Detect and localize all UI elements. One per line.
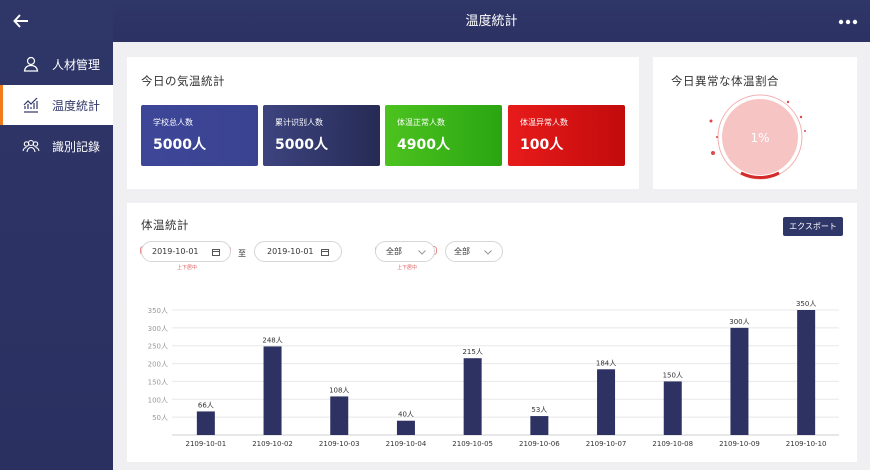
bar	[396, 420, 415, 435]
user-icon	[23, 56, 39, 72]
more-button[interactable]	[838, 14, 858, 26]
arrow-left-icon	[13, 14, 28, 28]
x-tick-label: 2109-10-07	[586, 440, 627, 448]
x-tick-label: 2109-10-02	[252, 440, 293, 448]
y-tick-label: 350人	[148, 307, 168, 315]
x-tick-label: 2109-10-05	[452, 440, 493, 448]
sidebar-item-records[interactable]: 識別記錄	[0, 126, 113, 166]
sidebar-item-label: 温度統計	[52, 98, 101, 113]
sidebar-item-temperature[interactable]: 温度統計	[0, 85, 113, 125]
x-tick-label: 2109-10-09	[719, 440, 760, 448]
page-title: 温度統計	[465, 14, 518, 29]
bar	[263, 346, 282, 435]
sidebar: 人材管理 温度統計 識別記錄	[0, 0, 113, 470]
stat-label: 体温异常人数	[520, 118, 568, 127]
bar-value-label: 350人	[796, 300, 816, 308]
y-tick-label: 300人	[148, 325, 168, 333]
x-tick-label: 2109-10-03	[319, 440, 360, 448]
sidebar-nav: 人材管理 温度統計 識別記錄	[0, 44, 113, 167]
chart-line-icon	[23, 97, 38, 113]
temperature-bar-chart: 50人 100人 150人 200人 250人 300人 350人 66人 2109-10-01…	[148, 300, 839, 448]
stat-label: 累计识别人数	[275, 118, 323, 127]
stat-label: 学校总人数	[153, 118, 193, 127]
today-stats-card: 今日の気温統計 学校总人数 5000人 累计识别人数 5000人 体温正常人数 …	[127, 57, 639, 189]
today-stats-title: 今日の気温統計	[141, 74, 225, 88]
stat-value: 5000人	[275, 137, 328, 153]
temp-stats-card: 体温統計 2019-10-01 上下居中 至 2019-10-01 全部 上下居…	[127, 203, 857, 462]
stat-label: 体温正常人数	[397, 118, 445, 127]
bar	[463, 358, 482, 435]
bar	[597, 369, 616, 435]
stat-card-abnormal: 体温异常人数 100人	[508, 105, 625, 166]
more-dots-icon	[838, 19, 858, 25]
bar	[330, 396, 349, 435]
y-tick-label: 150人	[148, 378, 168, 386]
bar-value-label: 40人	[398, 411, 414, 419]
y-tick-label: 100人	[148, 396, 168, 404]
top-header: 温度統計	[113, 0, 870, 42]
y-tick-label: 250人	[148, 343, 168, 351]
bar-value-label: 300人	[729, 318, 749, 326]
bar	[663, 381, 682, 435]
stat-value: 5000人	[153, 137, 206, 153]
abnormal-ratio-card: 今日異常な体温割合 1%	[653, 57, 857, 189]
bar	[730, 327, 749, 435]
stat-value: 100人	[520, 137, 564, 153]
stat-card-normal: 体温正常人数 4900人	[385, 105, 502, 166]
stat-card-total: 学校总人数 5000人	[141, 105, 258, 166]
bar-value-label: 108人	[329, 386, 349, 394]
bar	[196, 411, 215, 435]
x-tick-label: 2109-10-01	[186, 440, 227, 448]
y-tick-label: 50人	[152, 414, 168, 422]
bar-value-label: 215人	[462, 348, 482, 356]
y-tick-label: 200人	[148, 361, 168, 369]
abnormal-ratio-gauge: 1%	[709, 94, 806, 180]
bar-value-label: 66人	[198, 401, 214, 409]
sidebar-item-personnel[interactable]: 人材管理	[0, 44, 113, 84]
export-button[interactable]: エクスポート	[783, 217, 843, 236]
x-tick-label: 2109-10-06	[519, 440, 560, 448]
x-tick-label: 2109-10-04	[386, 440, 427, 448]
bar-value-label: 248人	[262, 336, 282, 344]
back-button[interactable]	[12, 12, 32, 30]
stat-card-recognized: 累计识别人数 5000人	[263, 105, 380, 166]
bar-value-label: 53人	[531, 406, 547, 414]
bar	[530, 416, 549, 435]
x-tick-label: 2109-10-08	[652, 440, 693, 448]
group-icon	[22, 139, 40, 153]
bar-value-label: 150人	[663, 371, 683, 379]
bar-value-label: 184人	[596, 359, 616, 367]
bar	[797, 310, 816, 435]
x-tick-label: 2109-10-10	[786, 440, 827, 448]
sidebar-item-label: 識別記錄	[52, 139, 101, 154]
stat-value: 4900人	[397, 137, 450, 153]
abnormal-ratio-value: 1%	[750, 131, 769, 145]
sidebar-item-label: 人材管理	[52, 57, 101, 72]
